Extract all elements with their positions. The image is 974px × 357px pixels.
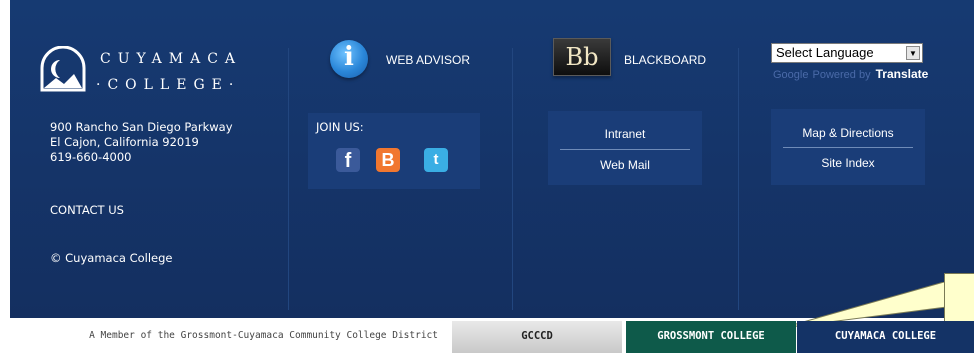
info-icon[interactable]: i (330, 40, 368, 78)
facebook-icon[interactable]: f (336, 148, 360, 172)
web-advisor-link[interactable]: WEB ADVISOR (386, 53, 470, 67)
web-mail-link[interactable]: Web Mail (548, 158, 702, 172)
contact-us-link[interactable]: CONTACT US (50, 203, 124, 217)
logo-text-cuyamaca: CUYAMACA (100, 51, 243, 67)
twitter-icon[interactable]: t (424, 148, 448, 172)
blackboard-link[interactable]: BLACKBOARD (624, 53, 706, 67)
map-directions-link[interactable]: Map & Directions (771, 126, 925, 140)
column-divider (738, 48, 739, 310)
map-links-panel: Map & Directions Site Index (771, 109, 925, 185)
member-district-text: A Member of the Grossmont-Cuyamaca Commu… (89, 330, 438, 341)
logo-text-college: ·COLLEGE· (96, 77, 241, 93)
translate-link[interactable]: Translate (876, 67, 929, 81)
chevron-down-icon[interactable]: ▼ (906, 46, 920, 60)
street-address: 900 Rancho San Diego Parkway (50, 120, 233, 134)
google-logo-text: Google (773, 69, 809, 81)
intranet-link[interactable]: Intranet (548, 127, 702, 141)
powered-by-google-translate: Google Powered by Translate (773, 67, 928, 81)
intranet-links-panel: Intranet Web Mail (548, 111, 702, 185)
join-us-label: JOIN US: (316, 120, 364, 134)
tab-cuyamaca-college[interactable]: CUYAMACA COLLEGE (797, 321, 974, 353)
cuyamaca-logo-mark-icon (40, 46, 86, 92)
copyright-text: © Cuyamaca College (50, 251, 173, 265)
blogger-icon[interactable]: B (376, 148, 400, 172)
language-select[interactable]: Select Language ▼ (771, 43, 923, 63)
tab-grossmont-college[interactable]: GROSSMONT COLLEGE (626, 321, 796, 353)
phone-number: 619-660-4000 (50, 150, 132, 164)
city-address: El Cajon, California 92019 (50, 135, 199, 149)
column-divider (512, 48, 513, 310)
address-block: 900 Rancho San Diego Parkway El Cajon, C… (50, 120, 233, 165)
callout-tooltip (944, 273, 974, 325)
blackboard-icon[interactable]: Bb (553, 38, 611, 76)
tab-gcccd[interactable]: GCCCD (452, 321, 622, 353)
link-separator (783, 147, 913, 148)
column-divider (288, 48, 289, 310)
site-index-link[interactable]: Site Index (771, 156, 925, 170)
link-separator (560, 149, 690, 150)
powered-by-text: Powered by (812, 69, 871, 81)
college-logo[interactable]: CUYAMACA ·COLLEGE· (38, 46, 248, 106)
